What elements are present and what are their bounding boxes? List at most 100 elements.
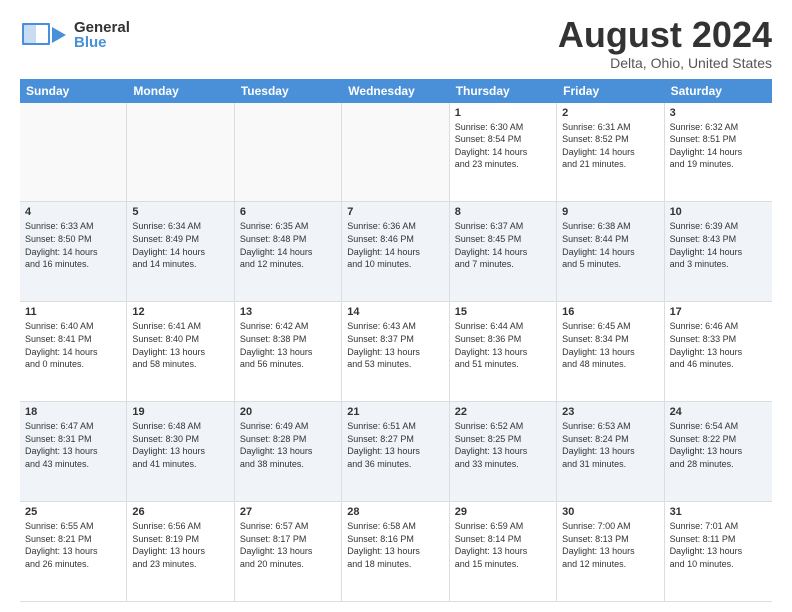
day-number: 7 [347, 206, 443, 218]
calendar-row: 1 Sunrise: 6:30 AM Sunset: 8:54 PM Daylig… [20, 103, 772, 203]
day-number: 12 [132, 306, 228, 318]
calendar-cell: 23Sunrise: 6:53 AM Sunset: 8:24 PM Dayli… [557, 402, 664, 501]
day-info: Sunrise: 7:00 AM Sunset: 8:13 PM Dayligh… [562, 520, 658, 570]
calendar-cell: 10Sunrise: 6:39 AM Sunset: 8:43 PM Dayli… [665, 202, 772, 301]
calendar-cell: 2Sunrise: 6:31 AM Sunset: 8:52 PM Daylig… [557, 103, 664, 202]
day-info: Sunrise: 6:44 AM Sunset: 8:36 PM Dayligh… [455, 320, 551, 370]
calendar-cell: 4 Sunrise: 6:33 AM Sunset: 8:50 PM Daylig… [20, 202, 127, 301]
day-info: Sunrise: 7:01 AM Sunset: 8:11 PM Dayligh… [670, 520, 767, 570]
day-info: Sunrise: 6:35 AM Sunset: 8:48 PM Dayligh… [240, 220, 336, 270]
day-number: 10 [670, 206, 767, 218]
day-number: 28 [347, 506, 443, 518]
day-number: 8 [455, 206, 551, 218]
day-info: Sunrise: 6:47 AM Sunset: 8:31 PM Dayligh… [25, 420, 121, 470]
day-number: 22 [455, 406, 551, 418]
calendar-cell [235, 103, 342, 202]
day-number: 1 [455, 107, 551, 119]
calendar-body: 1 Sunrise: 6:30 AM Sunset: 8:54 PM Daylig… [20, 103, 772, 602]
day-info: Sunrise: 6:51 AM Sunset: 8:27 PM Dayligh… [347, 420, 443, 470]
day-info: Sunrise: 6:56 AM Sunset: 8:19 PM Dayligh… [132, 520, 228, 570]
day-info: Sunrise: 6:30 AM Sunset: 8:54 PM Dayligh… [455, 121, 551, 171]
day-number: 13 [240, 306, 336, 318]
day-info: Sunrise: 6:38 AM Sunset: 8:44 PM Dayligh… [562, 220, 658, 270]
calendar-cell: 16Sunrise: 6:45 AM Sunset: 8:34 PM Dayli… [557, 302, 664, 401]
day-number: 16 [562, 306, 658, 318]
header-day-thursday: Thursday [450, 79, 557, 103]
day-number: 20 [240, 406, 336, 418]
day-number: 30 [562, 506, 658, 518]
calendar-row: 18 Sunrise: 6:47 AM Sunset: 8:31 PM Dayli… [20, 402, 772, 502]
header-day-sunday: Sunday [20, 79, 127, 103]
day-number: 29 [455, 506, 551, 518]
day-info: Sunrise: 6:32 AM Sunset: 8:51 PM Dayligh… [670, 121, 767, 171]
day-info: Sunrise: 6:43 AM Sunset: 8:37 PM Dayligh… [347, 320, 443, 370]
day-number: 5 [132, 206, 228, 218]
day-number: 25 [25, 506, 121, 518]
calendar-cell: 22 Sunrise: 6:52 AM Sunset: 8:25 PM Dayli… [450, 402, 557, 501]
day-info: Sunrise: 6:46 AM Sunset: 8:33 PM Dayligh… [670, 320, 767, 370]
day-number: 9 [562, 206, 658, 218]
day-number: 24 [670, 406, 767, 418]
calendar-cell: 31 Sunrise: 7:01 AM Sunset: 8:11 PM Dayli… [665, 502, 772, 601]
calendar-cell: 11Sunrise: 6:40 AM Sunset: 8:41 PM Dayli… [20, 302, 127, 401]
day-info: Sunrise: 6:53 AM Sunset: 8:24 PM Dayligh… [562, 420, 658, 470]
day-info: Sunrise: 6:40 AM Sunset: 8:41 PM Dayligh… [25, 320, 121, 370]
day-info: Sunrise: 6:57 AM Sunset: 8:17 PM Dayligh… [240, 520, 336, 570]
day-number: 15 [455, 306, 551, 318]
header: General Blue August 2024 Delta, Ohio, Un… [20, 15, 772, 71]
calendar-cell: 13 Sunrise: 6:42 AM Sunset: 8:38 PM Dayli… [235, 302, 342, 401]
day-info: Sunrise: 6:49 AM Sunset: 8:28 PM Dayligh… [240, 420, 336, 470]
header-day-tuesday: Tuesday [235, 79, 342, 103]
calendar-cell: 17Sunrise: 6:46 AM Sunset: 8:33 PM Dayli… [665, 302, 772, 401]
calendar-cell: 27 Sunrise: 6:57 AM Sunset: 8:17 PM Dayli… [235, 502, 342, 601]
day-number: 4 [25, 206, 121, 218]
day-info: Sunrise: 6:48 AM Sunset: 8:30 PM Dayligh… [132, 420, 228, 470]
day-info: Sunrise: 6:52 AM Sunset: 8:25 PM Dayligh… [455, 420, 551, 470]
header-day-saturday: Saturday [665, 79, 772, 103]
header-day-friday: Friday [557, 79, 664, 103]
day-number: 31 [670, 506, 767, 518]
calendar-cell: 28 Sunrise: 6:58 AM Sunset: 8:16 PM Dayli… [342, 502, 449, 601]
calendar-cell: 8 Sunrise: 6:37 AM Sunset: 8:45 PM Daylig… [450, 202, 557, 301]
calendar-cell: 29 Sunrise: 6:59 AM Sunset: 8:14 PM Dayli… [450, 502, 557, 601]
calendar-header: SundayMondayTuesdayWednesdayThursdayFrid… [20, 79, 772, 103]
calendar-cell: 25Sunrise: 6:55 AM Sunset: 8:21 PM Dayli… [20, 502, 127, 601]
calendar-cell: 24 Sunrise: 6:54 AM Sunset: 8:22 PM Dayli… [665, 402, 772, 501]
calendar-row: 11Sunrise: 6:40 AM Sunset: 8:41 PM Dayli… [20, 302, 772, 402]
day-number: 6 [240, 206, 336, 218]
day-number: 14 [347, 306, 443, 318]
day-number: 19 [132, 406, 228, 418]
calendar-cell: 3Sunrise: 6:32 AM Sunset: 8:51 PM Daylig… [665, 103, 772, 202]
day-number: 27 [240, 506, 336, 518]
day-info: Sunrise: 6:37 AM Sunset: 8:45 PM Dayligh… [455, 220, 551, 270]
header-day-wednesday: Wednesday [342, 79, 449, 103]
day-info: Sunrise: 6:36 AM Sunset: 8:46 PM Dayligh… [347, 220, 443, 270]
day-info: Sunrise: 6:54 AM Sunset: 8:22 PM Dayligh… [670, 420, 767, 470]
day-info: Sunrise: 6:58 AM Sunset: 8:16 PM Dayligh… [347, 520, 443, 570]
calendar-cell: 20 Sunrise: 6:49 AM Sunset: 8:28 PM Dayli… [235, 402, 342, 501]
calendar-cell [20, 103, 127, 202]
calendar-cell: 6 Sunrise: 6:35 AM Sunset: 8:48 PM Daylig… [235, 202, 342, 301]
day-info: Sunrise: 6:42 AM Sunset: 8:38 PM Dayligh… [240, 320, 336, 370]
day-info: Sunrise: 6:33 AM Sunset: 8:50 PM Dayligh… [25, 220, 121, 270]
calendar-cell: 9 Sunrise: 6:38 AM Sunset: 8:44 PM Daylig… [557, 202, 664, 301]
calendar-cell [127, 103, 234, 202]
month-title: August 2024 [558, 15, 772, 55]
logo-icon [20, 15, 70, 55]
calendar-cell [342, 103, 449, 202]
calendar-cell: 19 Sunrise: 6:48 AM Sunset: 8:30 PM Dayli… [127, 402, 234, 501]
day-number: 26 [132, 506, 228, 518]
calendar-cell: 5Sunrise: 6:34 AM Sunset: 8:49 PM Daylig… [127, 202, 234, 301]
calendar-cell: 7 Sunrise: 6:36 AM Sunset: 8:46 PM Daylig… [342, 202, 449, 301]
logo-blue-text: Blue [74, 35, 130, 50]
calendar-cell: 1 Sunrise: 6:30 AM Sunset: 8:54 PM Daylig… [450, 103, 557, 202]
calendar-cell: 12 Sunrise: 6:41 AM Sunset: 8:40 PM Dayli… [127, 302, 234, 401]
day-number: 18 [25, 406, 121, 418]
day-info: Sunrise: 6:41 AM Sunset: 8:40 PM Dayligh… [132, 320, 228, 370]
logo: General Blue [20, 15, 130, 55]
day-info: Sunrise: 6:31 AM Sunset: 8:52 PM Dayligh… [562, 121, 658, 171]
calendar: SundayMondayTuesdayWednesdayThursdayFrid… [20, 79, 772, 602]
page: General Blue August 2024 Delta, Ohio, Un… [0, 0, 792, 612]
location: Delta, Ohio, United States [558, 55, 772, 71]
day-info: Sunrise: 6:59 AM Sunset: 8:14 PM Dayligh… [455, 520, 551, 570]
